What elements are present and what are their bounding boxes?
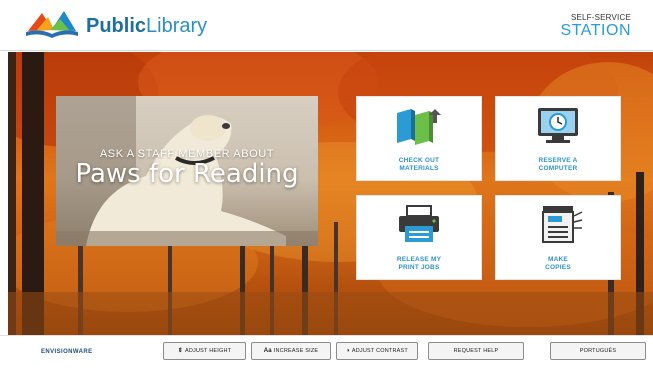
footer-toolbar: ENVISIONWARE ⇕ ADJUST HEIGHT Aa INCREASE S… [0,335,653,370]
printer-icon [399,205,439,242]
height-arrows-icon: ⇕ [177,348,184,354]
make-copies-button[interactable]: MAKE COPIES [495,195,621,280]
reserve-computer-button[interactable]: RESERVE A COMPUTER [495,96,621,181]
open-book-logo-icon [26,11,78,38]
check-out-label: CHECK OUT MATERIALS [398,157,440,172]
paws-for-reading-banner[interactable]: ASK A STAFF MEMBER ABOUT Paws for Readin… [56,96,318,246]
promo-title: Paws for Reading [75,159,299,189]
contrast-icon: ◑ [346,348,350,354]
reserve-computer-label: RESERVE A COMPUTER [538,157,578,172]
library-brand-name: PublicLibrary [86,15,208,37]
request-help-button[interactable]: REQUEST HELP [428,342,524,360]
check-out-materials-button[interactable]: CHECK OUT MATERIALS [356,96,482,181]
copier-icon [542,206,583,243]
station-subtitle: SELF-SERVICE [570,13,631,22]
header-bar: PublicLibrary SELF-SERVICE STATION [0,0,653,51]
station-main-title: STATION [560,22,631,39]
language-portuguese-button[interactable]: PORTUGUÊS [550,342,646,360]
adjust-contrast-button[interactable]: ◑ ADJUST CONTRAST [336,342,418,360]
computer-clock-icon [538,108,578,143]
increase-size-button[interactable]: Aa INCREASE SIZE [251,342,331,360]
envisionware-logo: ENVISIONWARE [41,349,93,355]
text-size-icon: Aa [263,348,272,354]
make-copies-label: MAKE COPIES [545,256,571,271]
station-title: SELF-SERVICE STATION [561,13,631,40]
release-print-jobs-button[interactable]: RELEASE MY PRINT JOBS [356,195,482,280]
release-print-label: RELEASE MY PRINT JOBS [396,256,442,271]
books-icon [397,109,441,145]
adjust-height-button[interactable]: ⇕ ADJUST HEIGHT [163,342,246,360]
